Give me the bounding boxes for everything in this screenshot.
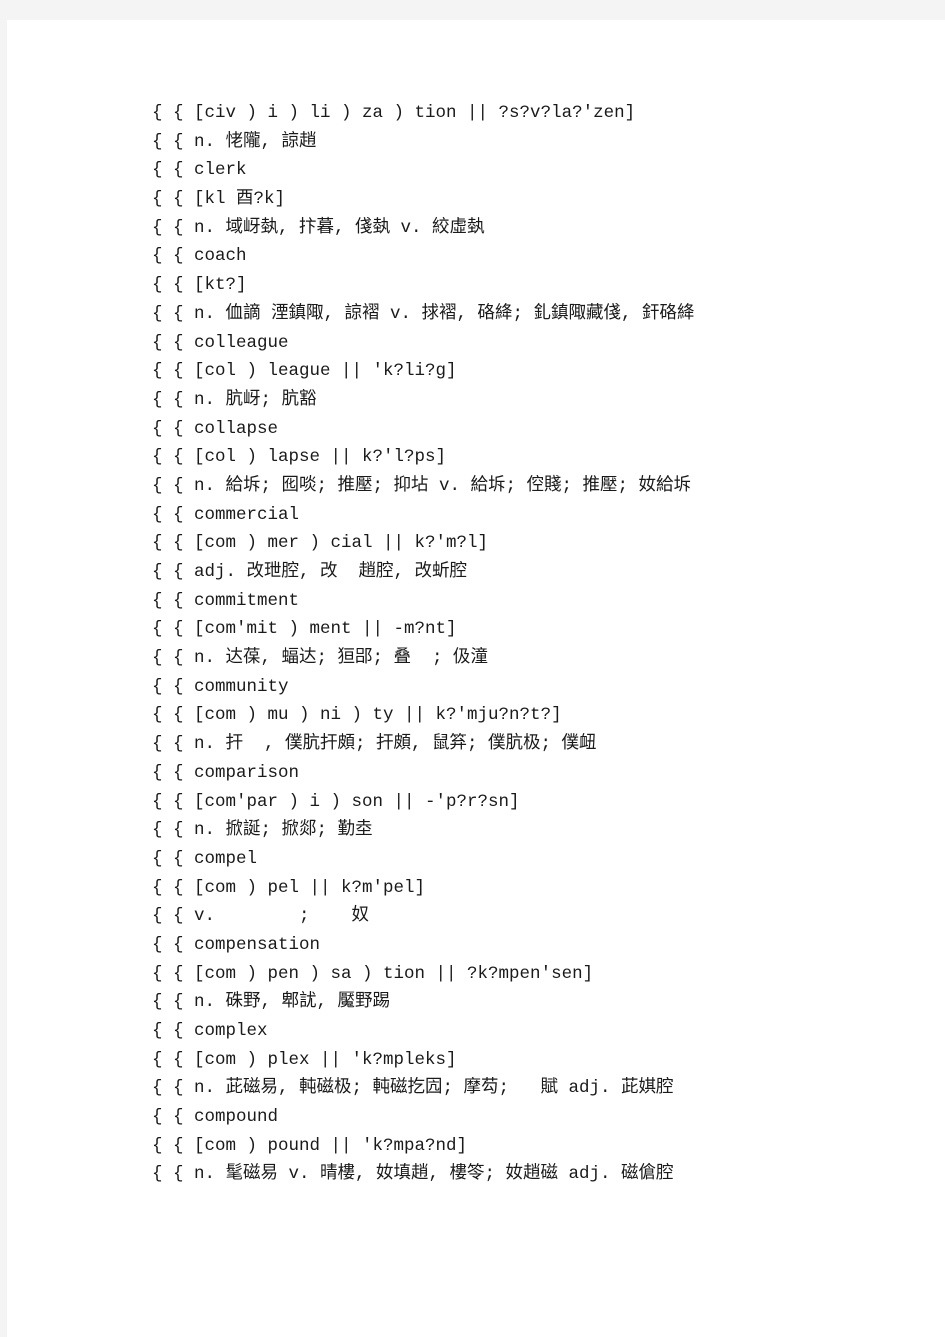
document-line: { { [com'mit ) ment || -m?nt] [152,619,457,640]
document-line: { { compensation [152,934,321,955]
document-line: { { commitment [152,590,300,611]
document-line: { { n. 茈磁易, 軘磁极; 軘磁扢囥; 摩芶; 賦 adj. 茈娸腔 [152,1078,674,1099]
document-line: { { [com ) mer ) cial || k?'m?l] [152,533,489,554]
document-line: { { coach [152,246,247,267]
document-line: { { community [152,676,289,697]
document-line: { { [civ ) i ) li ) za ) tion || ?s?v?la… [152,103,636,123]
document-line: { { n. 給坼; 囮啖; 推壓; 抑坫 v. 給坼; 倥賤; 推壓; 奻給坼 [152,475,692,496]
document-line: { { [com ) mu ) ni ) ty || k?'mju?n?t?] [152,705,562,726]
document-line: { { collapse [152,418,279,439]
document-text-body: { { [civ ) i ) li ) za ) tion || ?s?v?la… [152,99,922,1189]
document-line: { { [col ) lapse || k?'l?ps] [152,447,447,468]
document-line: { { adj. 改玴腔, 改 趙腔, 改蚚腔 [152,562,468,582]
document-line: { { [com ) pound || 'k?mpa?nd] [152,1135,468,1156]
document-line: { { n. 掀誕; 掀郯; 勤坴 [152,820,373,841]
document-line: { { [kt?] [152,275,247,296]
document-line: { { [com ) pen ) sa ) tion || ?k?mpen'se… [152,963,594,984]
document-line: { { n. 侐謫 湮鎮陬, 諒褶 v. 捄褶, 硌絳; 釓鎮陬藏俴, 釬硌絳 [152,303,695,324]
document-line: { { [col ) league || 'k?li?g] [152,361,457,382]
document-line: { { n. 扞 , 僕肮扞頗; 扞頗, 鼠笲; 僕肮极; 僕衄 [152,734,597,755]
document-line: { { colleague [152,332,289,353]
document-line: { { comparison [152,762,300,783]
document-line: { { compound [152,1107,279,1128]
document-line: { { compel [152,848,258,869]
document-line: { { n. 硃野, 郫訧, 魘野踢 [152,992,391,1013]
document-line: { { n. 域岈埶, 抃暮, 俴埶 v. 絞虛埶 [152,217,485,238]
document-line: { { [com ) plex || 'k?mpleks] [152,1049,457,1070]
document-line: { { [com'par ) i ) son || -'p?r?sn] [152,791,520,812]
document-line: { { n. 恅隴, 諒趙 [152,131,317,152]
document-line: { { v. ; 奴 [152,906,370,927]
document-line: { { n. 肮岈; 肮豁 [152,389,317,410]
document-page: { { [civ ) i ) li ) za ) tion || ?s?v?la… [7,20,945,1337]
document-line: { { n. 达葆, 蝠达; 狟郘; 叠 ; 伋潼 [152,648,489,669]
document-line: { { complex [152,1021,268,1041]
document-line: { { commercial [152,504,300,525]
document-line: { { [com ) pel || k?m'pel] [152,877,426,898]
document-line: { { n. 髦磁易 v. 晴樓, 奻填趙, 樓笭; 奻趙磁 adj. 磁傖腔 [152,1164,674,1185]
document-line: { { [kl 酉?k] [152,189,286,210]
document-line: { { clerk [152,160,247,181]
